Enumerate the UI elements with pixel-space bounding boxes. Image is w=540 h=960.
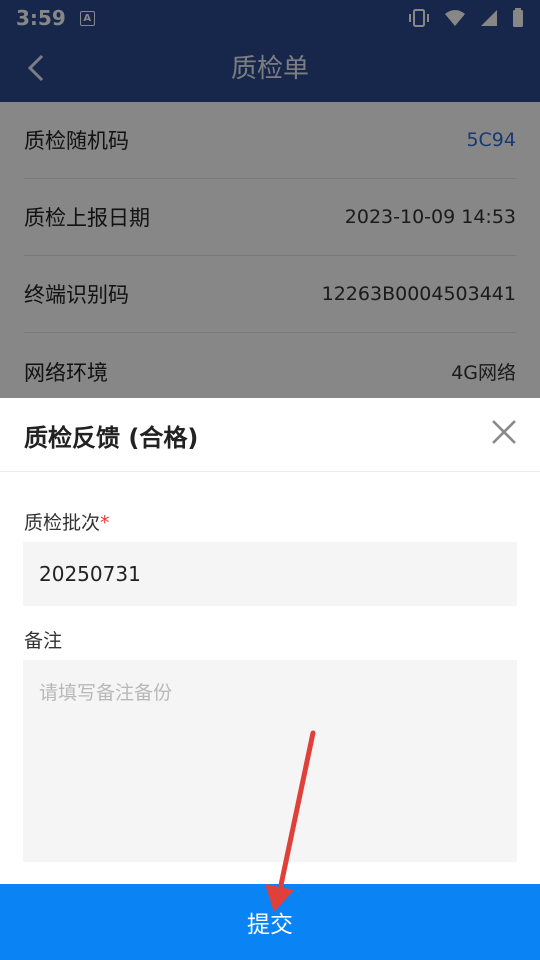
batch-label: 质检批次* xyxy=(24,508,110,535)
remark-textarea[interactable] xyxy=(23,660,517,862)
submit-button[interactable]: 提交 xyxy=(0,884,540,960)
feedback-sheet: 质检反馈 (合格) 质检批次* 备注 xyxy=(0,398,540,960)
close-button[interactable] xyxy=(488,416,520,448)
close-icon xyxy=(492,420,516,444)
sheet-title: 质检反馈 (合格) xyxy=(24,424,199,452)
batch-label-text: 质检批次 xyxy=(24,512,101,534)
remark-label: 备注 xyxy=(24,630,63,652)
batch-input[interactable] xyxy=(23,542,517,606)
sheet-header: 质检反馈 (合格) xyxy=(0,398,540,472)
required-mark: * xyxy=(100,512,110,534)
dim-overlay[interactable] xyxy=(0,0,540,398)
